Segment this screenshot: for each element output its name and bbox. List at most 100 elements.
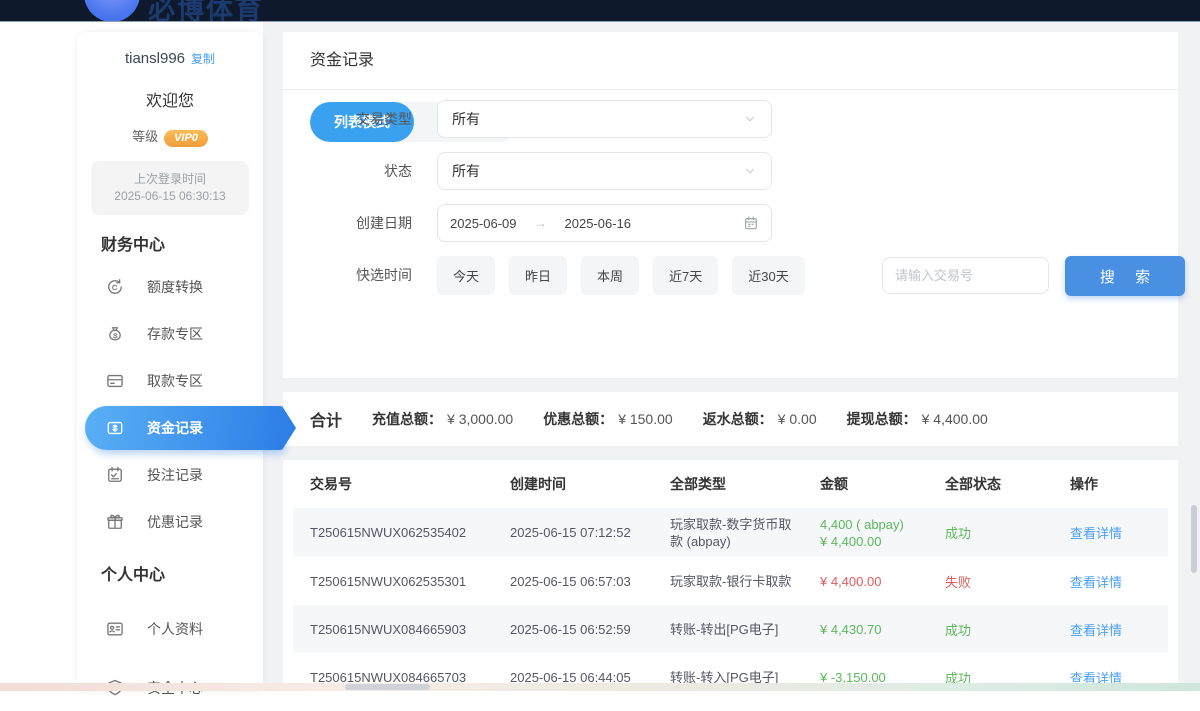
summary-value: ¥ 150.00 bbox=[618, 411, 673, 427]
quick-btn-today[interactable]: 今天 bbox=[437, 256, 495, 295]
section-title-personal: 个人中心 bbox=[77, 545, 263, 593]
sidebar-item-withdraw[interactable]: 取款专区 bbox=[77, 357, 263, 404]
cell-amount: ¥ 4,430.70 bbox=[803, 622, 928, 637]
sidebar: tiansl996复制 欢迎您 等级VIP0 上次登录时间 2025-06-15… bbox=[77, 32, 263, 691]
summary-bar: 合计 充值总额： ¥ 3,000.00 优惠总额： ¥ 150.00 返水总额： ¥ … bbox=[283, 392, 1178, 446]
cell-type: 转账-转出[PG电子] bbox=[653, 621, 803, 638]
vip-badge: VIP0 bbox=[164, 130, 208, 147]
quick-btn-yesterday[interactable]: 昨日 bbox=[509, 256, 567, 295]
summary-deposit-total: 充值总额： ¥ 3,000.00 bbox=[372, 409, 513, 429]
copy-username-button[interactable]: 复制 bbox=[191, 52, 215, 66]
type-filter-label: 交易类型 bbox=[310, 100, 412, 138]
level-row: 等级VIP0 bbox=[77, 126, 263, 147]
view-details-link[interactable]: 查看详情 bbox=[1053, 620, 1168, 639]
page-title: 资金记录 bbox=[283, 32, 1178, 90]
view-details-link[interactable]: 查看详情 bbox=[1053, 572, 1168, 591]
svg-text:$: $ bbox=[113, 423, 118, 433]
summary-total-label: 合计 bbox=[310, 407, 342, 431]
sidebar-item-label: 取款专区 bbox=[147, 371, 203, 391]
summary-value: ¥ 4,400.00 bbox=[922, 411, 988, 427]
date-range-picker[interactable]: 2025-06-09 → 2025-06-16 bbox=[437, 204, 772, 242]
sidebar-item-label: 资金记录 bbox=[147, 418, 203, 438]
sidebar-item-profile[interactable]: 个人资料 bbox=[77, 605, 263, 652]
records-table: 交易号 创建时间 全部类型 金额 全部状态 操作 T250615NWUX0625… bbox=[283, 460, 1178, 691]
quick-btn-this-week[interactable]: 本周 bbox=[581, 256, 639, 295]
amount-line1: 4,400 ( abpay) bbox=[820, 516, 928, 533]
summary-label: 优惠总额： bbox=[543, 411, 613, 427]
sidebar-item-quota-transfer[interactable]: C 额度转换 bbox=[77, 263, 263, 310]
svg-text:C: C bbox=[112, 282, 118, 291]
filter-row-status: 状态 所有 bbox=[310, 152, 1151, 192]
quick-btn-last-30-days[interactable]: 近30天 bbox=[732, 256, 804, 295]
welcome-text: 欢迎您 bbox=[77, 87, 263, 111]
search-button[interactable]: 搜 索 bbox=[1065, 256, 1185, 296]
summary-bonus-total: 优惠总额： ¥ 150.00 bbox=[543, 409, 673, 429]
quick-btn-last-7-days[interactable]: 近7天 bbox=[653, 256, 718, 295]
sidebar-item-label: 个人资料 bbox=[147, 619, 203, 639]
date-range-arrow: → bbox=[535, 216, 547, 230]
status-select[interactable]: 所有 bbox=[437, 152, 772, 190]
cell-amount: 4,400 ( abpay) ¥ 4,400.00 bbox=[803, 516, 928, 550]
table-row: T250615NWUX084665903 2025-06-15 06:52:59… bbox=[293, 605, 1168, 653]
transfer-icon: C bbox=[105, 277, 125, 297]
last-login-box: 上次登录时间 2025-06-15 06:30:13 bbox=[91, 161, 249, 215]
type-select[interactable]: 所有 bbox=[437, 100, 772, 138]
cell-type: 玩家取款-银行卡取款 bbox=[653, 573, 803, 590]
cell-created-time: 2025-06-15 07:12:52 bbox=[493, 525, 653, 540]
promo-icon bbox=[105, 512, 125, 532]
bets-icon bbox=[105, 465, 125, 485]
sidebar-item-label: 存款专区 bbox=[147, 324, 203, 344]
col-status: 全部状态 bbox=[928, 474, 1053, 494]
cell-transaction-id: T250615NWUX084665903 bbox=[293, 622, 493, 637]
summary-label: 充值总额： bbox=[372, 411, 442, 427]
last-login-label: 上次登录时间 bbox=[95, 171, 245, 188]
brand-logo-icon bbox=[84, 0, 140, 22]
brand-title: 必博体育 bbox=[148, 0, 264, 22]
cell-created-time: 2025-06-15 06:57:03 bbox=[493, 574, 653, 589]
quick-time-buttons: 今天 昨日 本周 近7天 近30天 bbox=[437, 256, 805, 295]
vertical-scrollbar-thumb[interactable] bbox=[1191, 505, 1197, 573]
sidebar-item-label: 优惠记录 bbox=[147, 512, 203, 532]
last-login-time: 2025-06-15 06:30:13 bbox=[95, 188, 245, 205]
table-header-row: 交易号 创建时间 全部类型 金额 全部状态 操作 bbox=[293, 460, 1168, 508]
svg-text:S: S bbox=[113, 333, 118, 340]
sidebar-item-funds-record[interactable]: $ 资金记录 bbox=[85, 406, 283, 450]
sidebar-item-label: 额度转换 bbox=[147, 277, 203, 297]
transaction-search-input[interactable] bbox=[882, 257, 1049, 294]
status-select-value: 所有 bbox=[452, 161, 480, 181]
summary-withdraw-total: 提现总额： ¥ 4,400.00 bbox=[847, 409, 988, 429]
funds-icon: $ bbox=[105, 418, 125, 438]
date-to-value: 2025-06-16 bbox=[565, 216, 632, 231]
sidebar-item-label: 投注记录 bbox=[147, 465, 203, 485]
col-action: 操作 bbox=[1053, 474, 1168, 494]
cell-transaction-id: T250615NWUX062535402 bbox=[293, 525, 493, 540]
cell-created-time: 2025-06-15 06:52:59 bbox=[493, 622, 653, 637]
profile-icon bbox=[105, 619, 125, 639]
status-filter-label: 状态 bbox=[310, 152, 412, 190]
summary-label: 提现总额： bbox=[847, 411, 917, 427]
chevron-down-icon bbox=[743, 112, 757, 126]
cell-amount: ¥ 4,400.00 bbox=[803, 574, 928, 589]
col-amount: 金额 bbox=[803, 474, 928, 494]
bottom-edge-strip bbox=[0, 683, 1200, 691]
deposit-icon: S bbox=[105, 324, 125, 344]
sidebar-item-deposit[interactable]: S 存款专区 bbox=[77, 310, 263, 357]
sidebar-item-promo-record[interactable]: 优惠记录 bbox=[77, 498, 263, 545]
cell-status: 失败 bbox=[928, 572, 1053, 591]
calendar-icon bbox=[743, 215, 759, 231]
quick-time-label: 快选时间 bbox=[310, 256, 412, 294]
horizontal-scrollbar-thumb[interactable] bbox=[345, 684, 430, 690]
cell-status: 成功 bbox=[928, 523, 1053, 542]
summary-label: 返水总额： bbox=[703, 411, 773, 427]
table-row: T250615NWUX062535402 2025-06-15 07:12:52… bbox=[293, 508, 1168, 557]
table-row: T250615NWUX062535301 2025-06-15 06:57:03… bbox=[293, 557, 1168, 605]
summary-value: ¥ 3,000.00 bbox=[447, 411, 513, 427]
view-details-link[interactable]: 查看详情 bbox=[1053, 523, 1168, 542]
cell-transaction-id: T250615NWUX062535301 bbox=[293, 574, 493, 589]
cell-type: 玩家取款-数字货币取款 (abpay) bbox=[653, 516, 803, 550]
withdraw-icon bbox=[105, 371, 125, 391]
filter-row-quick: 快选时间 今天 昨日 本周 近7天 近30天 搜 索 bbox=[310, 256, 1151, 296]
date-filter-label: 创建日期 bbox=[310, 204, 412, 242]
sidebar-item-bet-record[interactable]: 投注记录 bbox=[77, 451, 263, 498]
chevron-down-icon bbox=[743, 164, 757, 178]
